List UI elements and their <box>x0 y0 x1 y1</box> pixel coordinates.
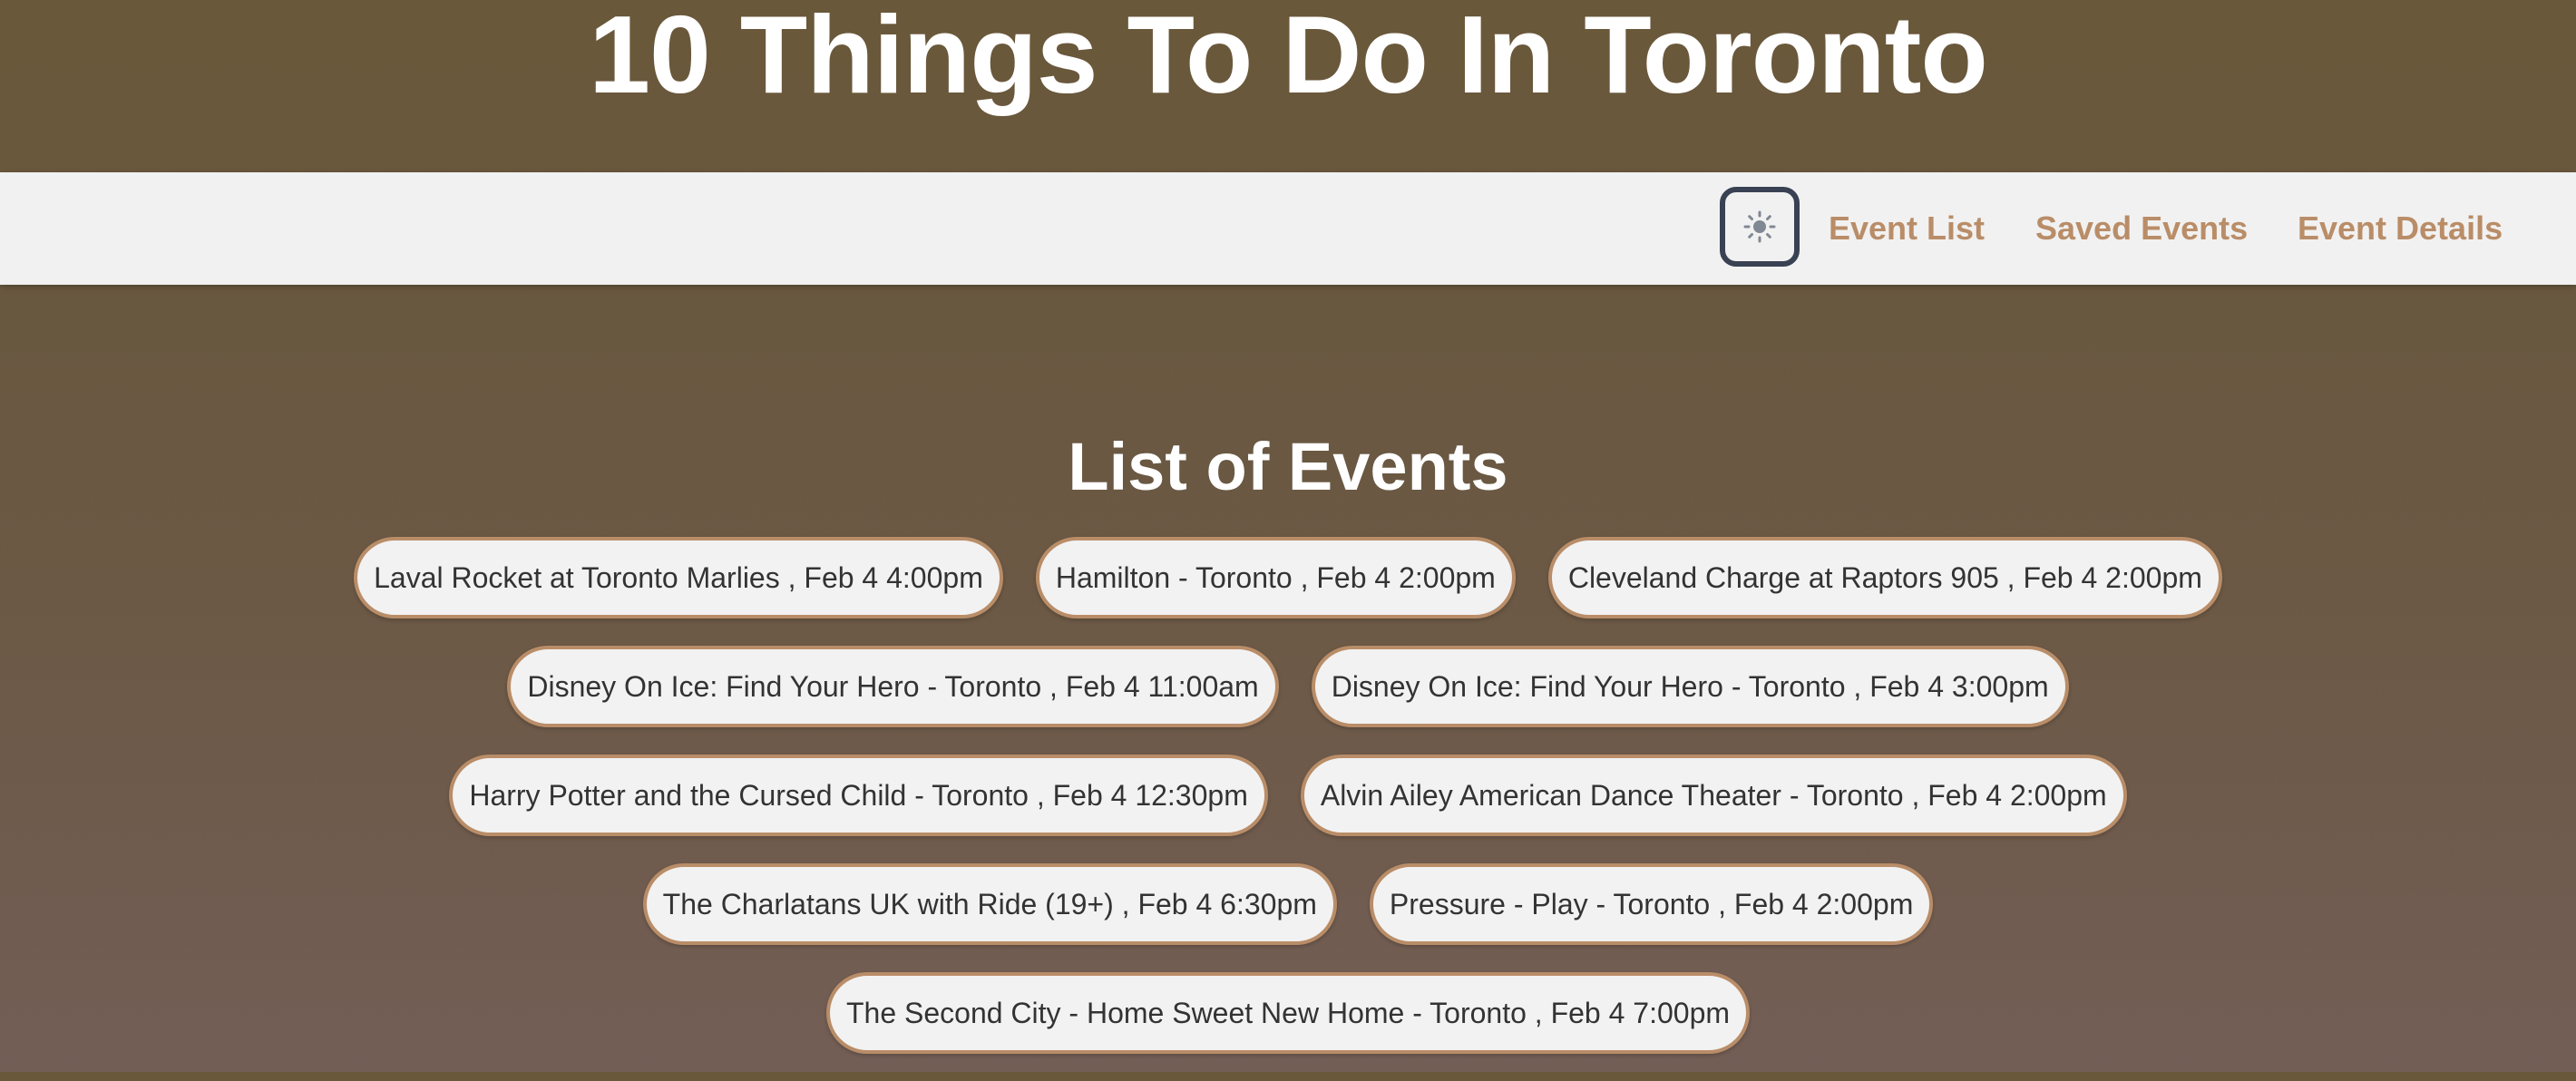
event-item[interactable]: The Second City - Home Sweet New Home - … <box>825 972 1751 1054</box>
event-item[interactable]: Laval Rocket at Toronto Marlies , Feb 4 … <box>354 537 1003 618</box>
sun-icon <box>1743 210 1776 243</box>
event-item[interactable]: Cleveland Charge at Raptors 905 , Feb 4 … <box>1547 537 2222 618</box>
event-item[interactable]: The Charlatans UK with Ride (19+) , Feb … <box>642 863 1337 945</box>
event-item[interactable]: Hamilton - Toronto , Feb 4 2:00pm <box>1035 537 1516 618</box>
event-item[interactable]: Disney On Ice: Find Your Hero - Toronto … <box>1311 646 2069 727</box>
event-item[interactable]: Pressure - Play - Toronto , Feb 4 2:00pm <box>1369 863 1934 945</box>
event-item[interactable]: Alvin Ailey American Dance Theater - Tor… <box>1300 755 2127 836</box>
nav-link-event-details[interactable]: Event Details <box>2298 172 2503 285</box>
event-list: Laval Rocket at Toronto Marlies , Feb 4 … <box>0 537 2576 1081</box>
nav-link-event-list[interactable]: Event List <box>1829 172 1985 285</box>
nav-link-saved-events[interactable]: Saved Events <box>2035 172 2248 285</box>
event-row: Harry Potter and the Cursed Child - Toro… <box>0 755 2576 836</box>
event-row: The Second City - Home Sweet New Home - … <box>0 972 2576 1054</box>
navbar: Event List Saved Events Event Details <box>0 172 2576 285</box>
event-item[interactable]: Disney On Ice: Find Your Hero - Toronto … <box>507 646 1279 727</box>
theme-toggle-button[interactable] <box>1720 187 1800 267</box>
event-row: Disney On Ice: Find Your Hero - Toronto … <box>0 646 2576 727</box>
section-title: List of Events <box>1068 429 1508 504</box>
page-title: 10 Things To Do In Toronto <box>589 0 1988 116</box>
event-row: Laval Rocket at Toronto Marlies , Feb 4 … <box>0 537 2576 618</box>
event-item[interactable]: Harry Potter and the Cursed Child - Toro… <box>449 755 1268 836</box>
event-row: The Charlatans UK with Ride (19+) , Feb … <box>0 863 2576 945</box>
